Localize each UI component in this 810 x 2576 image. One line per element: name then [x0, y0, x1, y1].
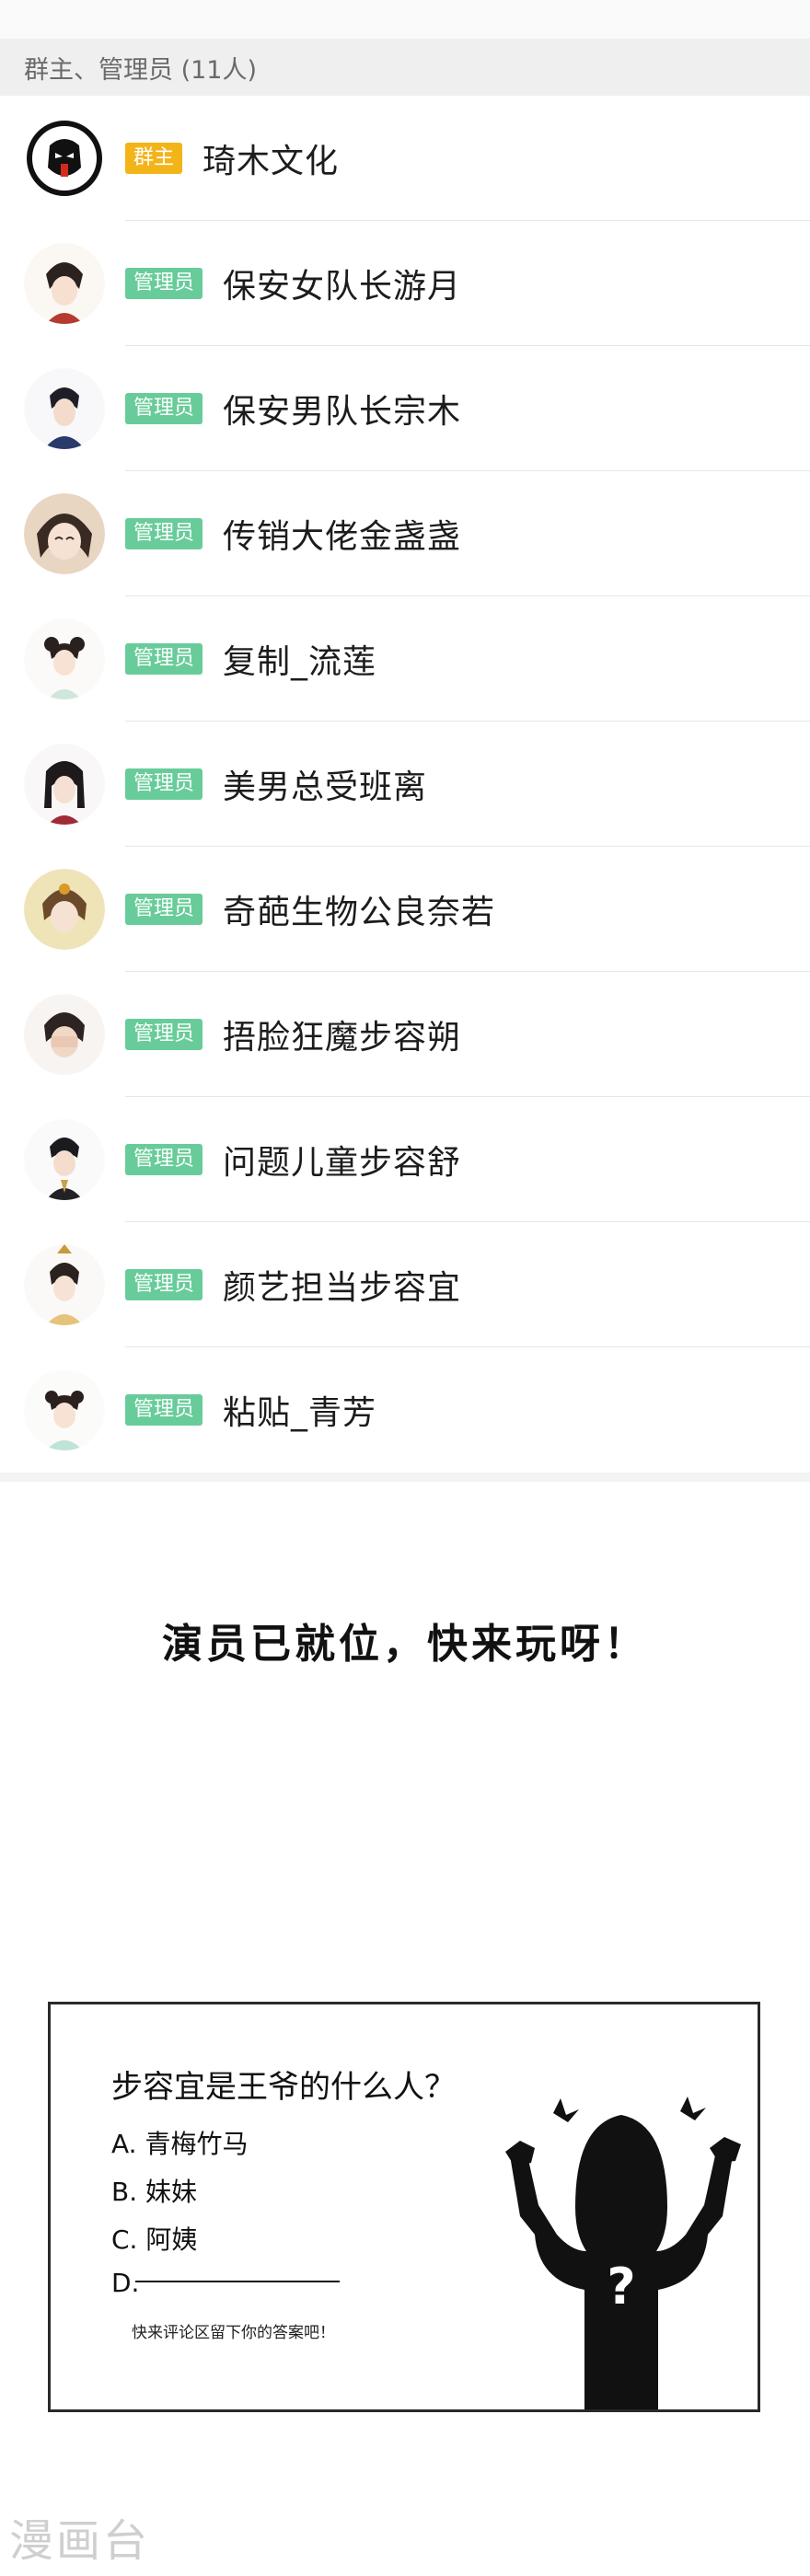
member-name: 复制_流莲 — [223, 643, 377, 681]
watermark: 漫画台 — [9, 2515, 151, 2567]
member-row[interactable]: 管理员 奇葩生物公良奈若 — [0, 847, 810, 972]
member-list: 群主 琦木文化 管理员 保安女队长游月 管理员 保安男队长宗木 管理员 传销大佬… — [0, 96, 810, 1473]
mystery-silhouette-icon: ? — [505, 2097, 741, 2409]
admin-badge: 管理员 — [125, 894, 203, 925]
quiz-option-d: D. — [111, 2268, 140, 2298]
admin-badge: 管理员 — [125, 1019, 203, 1050]
admin-badge: 管理员 — [125, 643, 203, 675]
admin-badge: 管理员 — [125, 393, 203, 424]
member-name: 捂脸狂魔步容朔 — [223, 1019, 462, 1057]
avatar[interactable] — [24, 1369, 105, 1450]
admin-badge: 管理员 — [125, 1394, 203, 1426]
owner-badge: 群主 — [125, 143, 183, 174]
member-row[interactable]: 管理员 传销大佬金盏盏 — [0, 471, 810, 596]
member-row[interactable]: 管理员 保安男队长宗木 — [0, 346, 810, 471]
member-row[interactable]: 管理员 问题儿童步容舒 — [0, 1097, 810, 1222]
admin-badge: 管理员 — [125, 268, 203, 299]
member-name: 传销大佬金盏盏 — [223, 518, 462, 556]
avatar[interactable] — [24, 493, 105, 574]
avatar[interactable] — [24, 243, 105, 324]
slogan-text: 演员已就位，快来玩呀！ — [162, 1621, 648, 1668]
admin-badge: 管理员 — [125, 768, 203, 800]
avatar[interactable] — [24, 869, 105, 950]
avatar[interactable] — [24, 744, 105, 825]
member-name: 颜艺担当步容宜 — [223, 1269, 462, 1307]
admin-badge: 管理员 — [125, 518, 203, 549]
member-name: 粘贴_青芳 — [223, 1394, 377, 1432]
avatar[interactable] — [24, 618, 105, 699]
quiz-card: 步容宜是王爷的什么人？ A. 青梅竹马 B. 妹妹 C. 阿姨 D. 快来评论区… — [48, 2002, 760, 2412]
admin-badge: 管理员 — [125, 1269, 203, 1300]
section-header: 群主、管理员 (11人) — [0, 39, 810, 96]
member-name: 美男总受班离 — [223, 768, 428, 806]
member-row[interactable]: 管理员 保安女队长游月 — [0, 221, 810, 346]
quiz-hint: 快来评论区留下你的答案吧！ — [132, 2324, 335, 2342]
answer-blank-line — [135, 2281, 340, 2282]
avatar[interactable] — [24, 1244, 105, 1325]
member-name: 保安男队长宗木 — [223, 393, 462, 431]
quiz-option-c: C. 阿姨 — [111, 2224, 198, 2255]
avatar[interactable] — [24, 368, 105, 449]
member-row[interactable]: 管理员 粘贴_青芳 — [0, 1347, 810, 1473]
member-row[interactable]: 管理员 复制_流莲 — [0, 596, 810, 722]
member-row[interactable]: 管理员 美男总受班离 — [0, 722, 810, 847]
admin-badge: 管理员 — [125, 1144, 203, 1175]
top-strip — [0, 0, 810, 39]
member-name: 保安女队长游月 — [223, 268, 462, 306]
quiz-option-a: A. 青梅竹马 — [111, 2129, 249, 2159]
member-row[interactable]: 管理员 捂脸狂魔步容朔 — [0, 972, 810, 1097]
section-divider — [0, 1473, 810, 1482]
member-name: 奇葩生物公良奈若 — [223, 894, 496, 931]
member-row[interactable]: 管理员 颜艺担当步容宜 — [0, 1222, 810, 1347]
member-name: 问题儿童步容舒 — [223, 1144, 462, 1182]
avatar[interactable] — [24, 118, 105, 199]
avatar[interactable] — [24, 1119, 105, 1200]
section-header-label: 群主、管理员 (11人) — [24, 55, 258, 85]
quiz-option-b: B. 妹妹 — [111, 2177, 198, 2207]
avatar[interactable] — [24, 994, 105, 1075]
member-name: 琦木文化 — [202, 143, 340, 180]
quiz-question: 步容宜是王爷的什么人？ — [111, 2069, 456, 2106]
member-row[interactable]: 群主 琦木文化 — [0, 96, 810, 221]
question-mark: ? — [607, 2258, 635, 2316]
